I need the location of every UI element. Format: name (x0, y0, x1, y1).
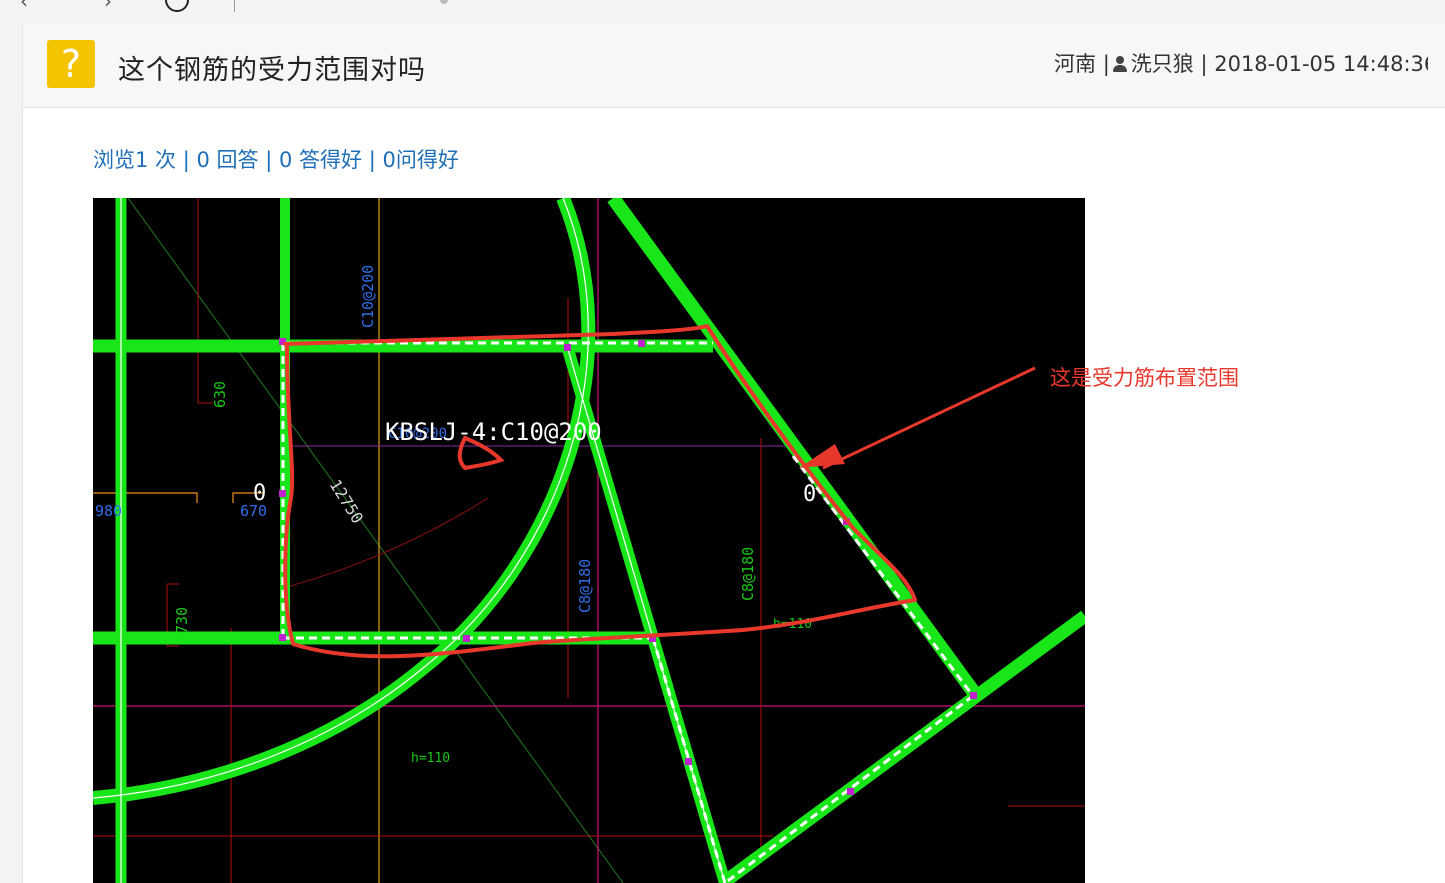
question-meta: 河南 | 洗只狼 | 2018-01-05 14:48:36 (1054, 48, 1428, 78)
page-title: 这个钢筋的受力范围对吗 (118, 55, 426, 86)
views-link[interactable]: 浏览1 次 (93, 148, 176, 172)
stats-separator: | (182, 148, 190, 172)
rebar-label-c10: C10@200 (359, 265, 377, 328)
question-mark-icon: ? (47, 40, 95, 88)
annotation-label: 这是受力筋布置范围 (1050, 366, 1239, 390)
rebar-label-c8-left: C8@180 (576, 559, 594, 613)
slab-rebar-label: KBSLJ-4:C10@200 (385, 418, 602, 446)
forward-arrow-icon[interactable]: › (104, 0, 112, 11)
cad-drawing-image[interactable]: C10@200 630 730 980 670 12750 0 0 C10@20… (93, 198, 1085, 883)
meta-separator: | (1200, 52, 1208, 76)
stats-separator: | (368, 148, 376, 172)
site-info-icon[interactable] (440, 0, 448, 4)
dim-630: 630 (211, 381, 229, 408)
dim-730: 730 (173, 607, 191, 634)
dim-12750: 12750 (326, 476, 368, 527)
user-icon (1112, 55, 1128, 73)
question-page: ? 这个钢筋的受力范围对吗 河南 | 洗只狼 | 2018-01-05 14:48… (22, 24, 1445, 883)
slab-thickness-lower: h=110 (411, 751, 450, 766)
cad-drawing-svg: C10@200 630 730 980 670 12750 0 0 C10@20… (93, 198, 1085, 883)
toolbar-divider (234, 0, 235, 12)
reload-icon[interactable] (165, 0, 189, 12)
question-header: ? 这个钢筋的受力范围对吗 河南 | 洗只狼 | 2018-01-05 14:48… (23, 24, 1445, 108)
good-answers-link[interactable]: 0 答得好 (279, 148, 362, 172)
red-arrow-shaft (822, 366, 1036, 470)
answers-link[interactable]: 0 回答 (197, 148, 259, 172)
browser-toolbar: ‹ › (0, 0, 1445, 24)
dim-980: 980 (95, 502, 122, 520)
zero-label-right: 0 (803, 482, 816, 507)
beam-lines (93, 198, 1085, 883)
rebar-label-c8-right: C8@180 (739, 547, 757, 601)
question-stats: 浏览1 次 | 0 回答 | 0 答得好 | 0问得好 (93, 144, 459, 174)
region-label: 河南 (1054, 52, 1096, 76)
back-arrow-icon[interactable]: ‹ (20, 0, 28, 11)
stats-separator: | (265, 148, 273, 172)
author-link[interactable]: 洗只狼 (1131, 52, 1194, 76)
good-questions-link[interactable]: 0问得好 (383, 148, 459, 172)
zero-label-left: 0 (253, 481, 266, 506)
meta-separator: | (1102, 52, 1110, 76)
post-datetime: 2018-01-05 14:48:36 (1214, 52, 1428, 76)
